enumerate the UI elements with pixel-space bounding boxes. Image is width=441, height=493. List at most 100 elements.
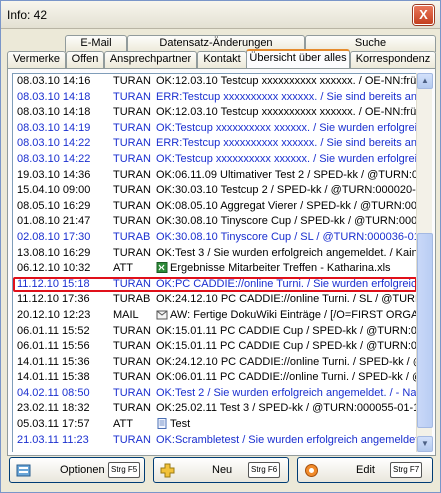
entry-user: TURAN — [113, 152, 151, 165]
tab-uebersicht-ueber-alles[interactable]: Übersicht über alles — [246, 49, 350, 68]
info-window: Info: 42 X E-Mail Datensatz-Änderungen S… — [0, 0, 441, 493]
entry-date: 06.12.10 10:32 — [17, 262, 91, 275]
list-item-selected[interactable]: 11.12.10 15:18 TURAN OK:PC CADDIE://online… — [13, 276, 417, 293]
tab-ansprechpartner[interactable]: Ansprechpartner — [104, 51, 197, 68]
list-item[interactable]: 21.03.11 11:23 TURAN OK:Scrambletest / Sie… — [13, 433, 417, 449]
list-item[interactable]: 15.04.10 09:00 TURAN OK:30.03.10 Testcup 2… — [13, 183, 417, 199]
entry-text: OK:25.02.11 Test 3 / SPED-kk / @TURN:000… — [156, 402, 417, 415]
title-bar[interactable]: Info: 42 X — [1, 1, 440, 29]
tab-strip: E-Mail Datensatz-Änderungen Suche Vermer… — [7, 35, 436, 69]
excel-file-icon — [156, 262, 168, 274]
edit-icon — [305, 464, 318, 477]
new-label: Neu — [212, 464, 233, 476]
list-item[interactable]: 06.12.10 10:32 ATT Ergebnisse Mitarbeiter … — [13, 261, 417, 277]
entry-date: 11.12.10 17:36 — [17, 293, 90, 306]
entry-date: 08.03.10 14:16 — [17, 75, 91, 87]
tab-email[interactable]: E-Mail — [65, 35, 127, 52]
list-item[interactable]: 08.03.10 14:16 TURAN OK:12.03.10 Testcup x… — [13, 74, 417, 90]
entry-user: TURAN — [113, 90, 151, 103]
entry-user: TURAN — [113, 340, 151, 353]
document-icon — [157, 418, 167, 430]
entry-user: TURAN — [113, 402, 151, 415]
entry-user: TURAN — [113, 433, 151, 446]
entry-date: 08.05.10 16:29 — [17, 199, 91, 212]
entry-text: OK:30.08.10 Tinyscore Cup / SL / @TURN:0… — [156, 230, 417, 243]
list-item[interactable]: 06.01.11 15:56 TURAN OK:15.01.11 PC CADDIE… — [13, 339, 417, 355]
entry-date: 23.02.11 18:32 — [17, 402, 90, 415]
list-item[interactable]: 05.03.11 17:57 ATT Test — [13, 417, 417, 433]
list-item[interactable]: 08.03.10 14:18 TURAN OK:12.03.10 Testcup x… — [13, 105, 417, 121]
entry-user: TURAN — [113, 246, 151, 259]
mail-reply-icon — [156, 310, 168, 320]
list-item[interactable]: 14.01.11 15:38 TURAN OK:06.01.11 PC CADDIE… — [13, 370, 417, 386]
plus-icon — [160, 463, 175, 478]
entry-date: 08.03.10 14:18 — [17, 106, 91, 119]
vertical-scrollbar[interactable]: ▲ ▼ — [416, 73, 433, 452]
entry-date: 05.03.11 17:57 — [17, 418, 90, 431]
list-item[interactable]: 08.03.10 14:19 TURAN OK:Testcup xxxxxxxxxx… — [13, 121, 417, 137]
entry-text: OK:06.11.09 Ultimativer Test 2 / SPED-kk… — [156, 168, 417, 181]
list-item[interactable]: 08.03.10 14:22 TURAN OK:Testcup xxxxxxxxxx… — [13, 152, 417, 168]
entry-date: 14.01.11 15:38 — [17, 371, 90, 384]
list-item[interactable]: 06.01.11 15:52 TURAN OK:15.01.11 PC CADDIE… — [13, 324, 417, 340]
options-label: Optionen — [60, 464, 105, 476]
tab-panel: 08.03.10 14:16 TURAN OK:12.03.10 Testcup x… — [7, 68, 436, 456]
entry-date: 19.03.10 14:36 — [17, 168, 91, 181]
list-item[interactable]: 08.05.10 16:29 TURAN OK:08.05.10 Aggregat … — [13, 199, 417, 215]
entry-user: TURAN — [113, 355, 151, 368]
entry-date: 21.03.11 11:23 — [17, 433, 89, 446]
list-item[interactable]: 04.02.11 08:50 TURAN OK:Test 2 / Sie wurde… — [13, 386, 417, 402]
entry-text: ERR:Testcup xxxxxxxxxx xxxxxx. / Sie sin… — [156, 90, 417, 103]
tab-korrespondenz[interactable]: Korrespondenz — [350, 51, 436, 68]
list-item[interactable]: 08.03.10 14:18 TURAN ERR:Testcup xxxxxxxxx… — [13, 90, 417, 106]
entry-date: 08.03.10 14:22 — [17, 137, 91, 150]
list-item[interactable]: 23.02.11 18:32 TURAN OK:25.02.11 Test 3 / … — [13, 401, 417, 417]
options-button[interactable]: Optionen Strg F5 — [9, 457, 145, 483]
entry-user: TURAN — [113, 75, 151, 87]
entry-date: 14.01.11 15:36 — [17, 355, 90, 368]
entry-text: OK:06.01.11 PC CADDIE://online Turni. / … — [156, 371, 417, 384]
tab-kontakt[interactable]: Kontakt — [197, 51, 247, 68]
entry-text: OK:12.03.10 Testcup xxxxxxxxxx xxxxxx. /… — [156, 106, 417, 119]
entry-date: 11.12.10 15:18 — [17, 277, 90, 290]
entry-date: 13.08.10 16:29 — [17, 246, 91, 259]
list-item[interactable]: 14.01.11 15:36 TURAN OK:24.12.10 PC CADDIE… — [13, 355, 417, 371]
entry-text: OK:15.01.11 PC CADDIE Cup / SPED-kk / @T… — [156, 340, 417, 353]
list-item[interactable]: 11.12.10 17:36 TURAB OK:24.12.10 PC CADDIE… — [13, 292, 417, 308]
entry-date: 08.03.10 14:19 — [17, 121, 91, 134]
list-item[interactable]: 01.08.10 21:47 TURAN OK:30.08.10 Tinyscore… — [13, 214, 417, 230]
overview-list[interactable]: 08.03.10 14:16 TURAN OK:12.03.10 Testcup x… — [12, 73, 417, 452]
tab-offen[interactable]: Offen — [66, 51, 104, 68]
list-item[interactable]: 20.12.10 12:23 MAIL AW: Fertige DokuWiki E… — [13, 308, 417, 324]
entry-user: TURAN — [113, 324, 151, 337]
entry-user: ATT — [113, 418, 133, 431]
scroll-thumb[interactable] — [417, 233, 433, 428]
edit-button[interactable]: Edit Strg F7 — [297, 457, 433, 483]
entry-text: OK:Testcup xxxxxxxxxx xxxxxx. / Sie wurd… — [156, 152, 417, 165]
edit-shortcut: Strg F7 — [390, 462, 423, 478]
edit-label: Edit — [356, 464, 375, 476]
entry-text: OK:08.05.10 Aggregat Vierer / SPED-kk / … — [156, 199, 417, 212]
entry-user: TURAB — [113, 293, 151, 306]
scroll-down-icon[interactable]: ▼ — [417, 436, 433, 452]
close-button[interactable]: X — [413, 5, 434, 25]
entry-user: TURAN — [113, 199, 151, 212]
entry-text: AW: Fertige DokuWiki Einträge / [/O=FIRS… — [170, 308, 417, 321]
entry-date: 06.01.11 15:52 — [17, 324, 90, 337]
entry-text: ERR:Testcup xxxxxxxxxx xxxxxx. / Sie sin… — [156, 137, 417, 150]
scroll-up-icon[interactable]: ▲ — [417, 73, 433, 89]
entry-date: 06.01.11 15:56 — [17, 340, 90, 353]
options-shortcut: Strg F5 — [108, 462, 141, 478]
new-shortcut: Strg F6 — [248, 462, 281, 478]
list-item[interactable]: 08.03.10 14:22 TURAN ERR:Testcup xxxxxxxxx… — [13, 136, 417, 152]
list-item[interactable]: 13.08.10 16:29 TURAN OK:Test 3 / Sie wurde… — [13, 246, 417, 262]
entry-text: OK:30.03.10 Testcup 2 / SPED-kk / @TURN:… — [156, 184, 417, 197]
entry-date: 02.08.10 17:30 — [17, 230, 91, 243]
entry-user: TURAN — [113, 168, 151, 181]
entry-date: 08.03.10 14:18 — [17, 90, 91, 103]
list-item[interactable]: 02.08.10 17:30 TURAB OK:30.08.10 Tinyscore… — [13, 230, 417, 246]
tab-vermerke[interactable]: Vermerke — [7, 51, 66, 68]
entry-date: 01.08.10 21:47 — [17, 215, 91, 228]
new-button[interactable]: Neu Strg F6 — [153, 457, 289, 483]
list-item[interactable]: 19.03.10 14:36 TURAN OK:06.11.09 Ultimativ… — [13, 168, 417, 184]
